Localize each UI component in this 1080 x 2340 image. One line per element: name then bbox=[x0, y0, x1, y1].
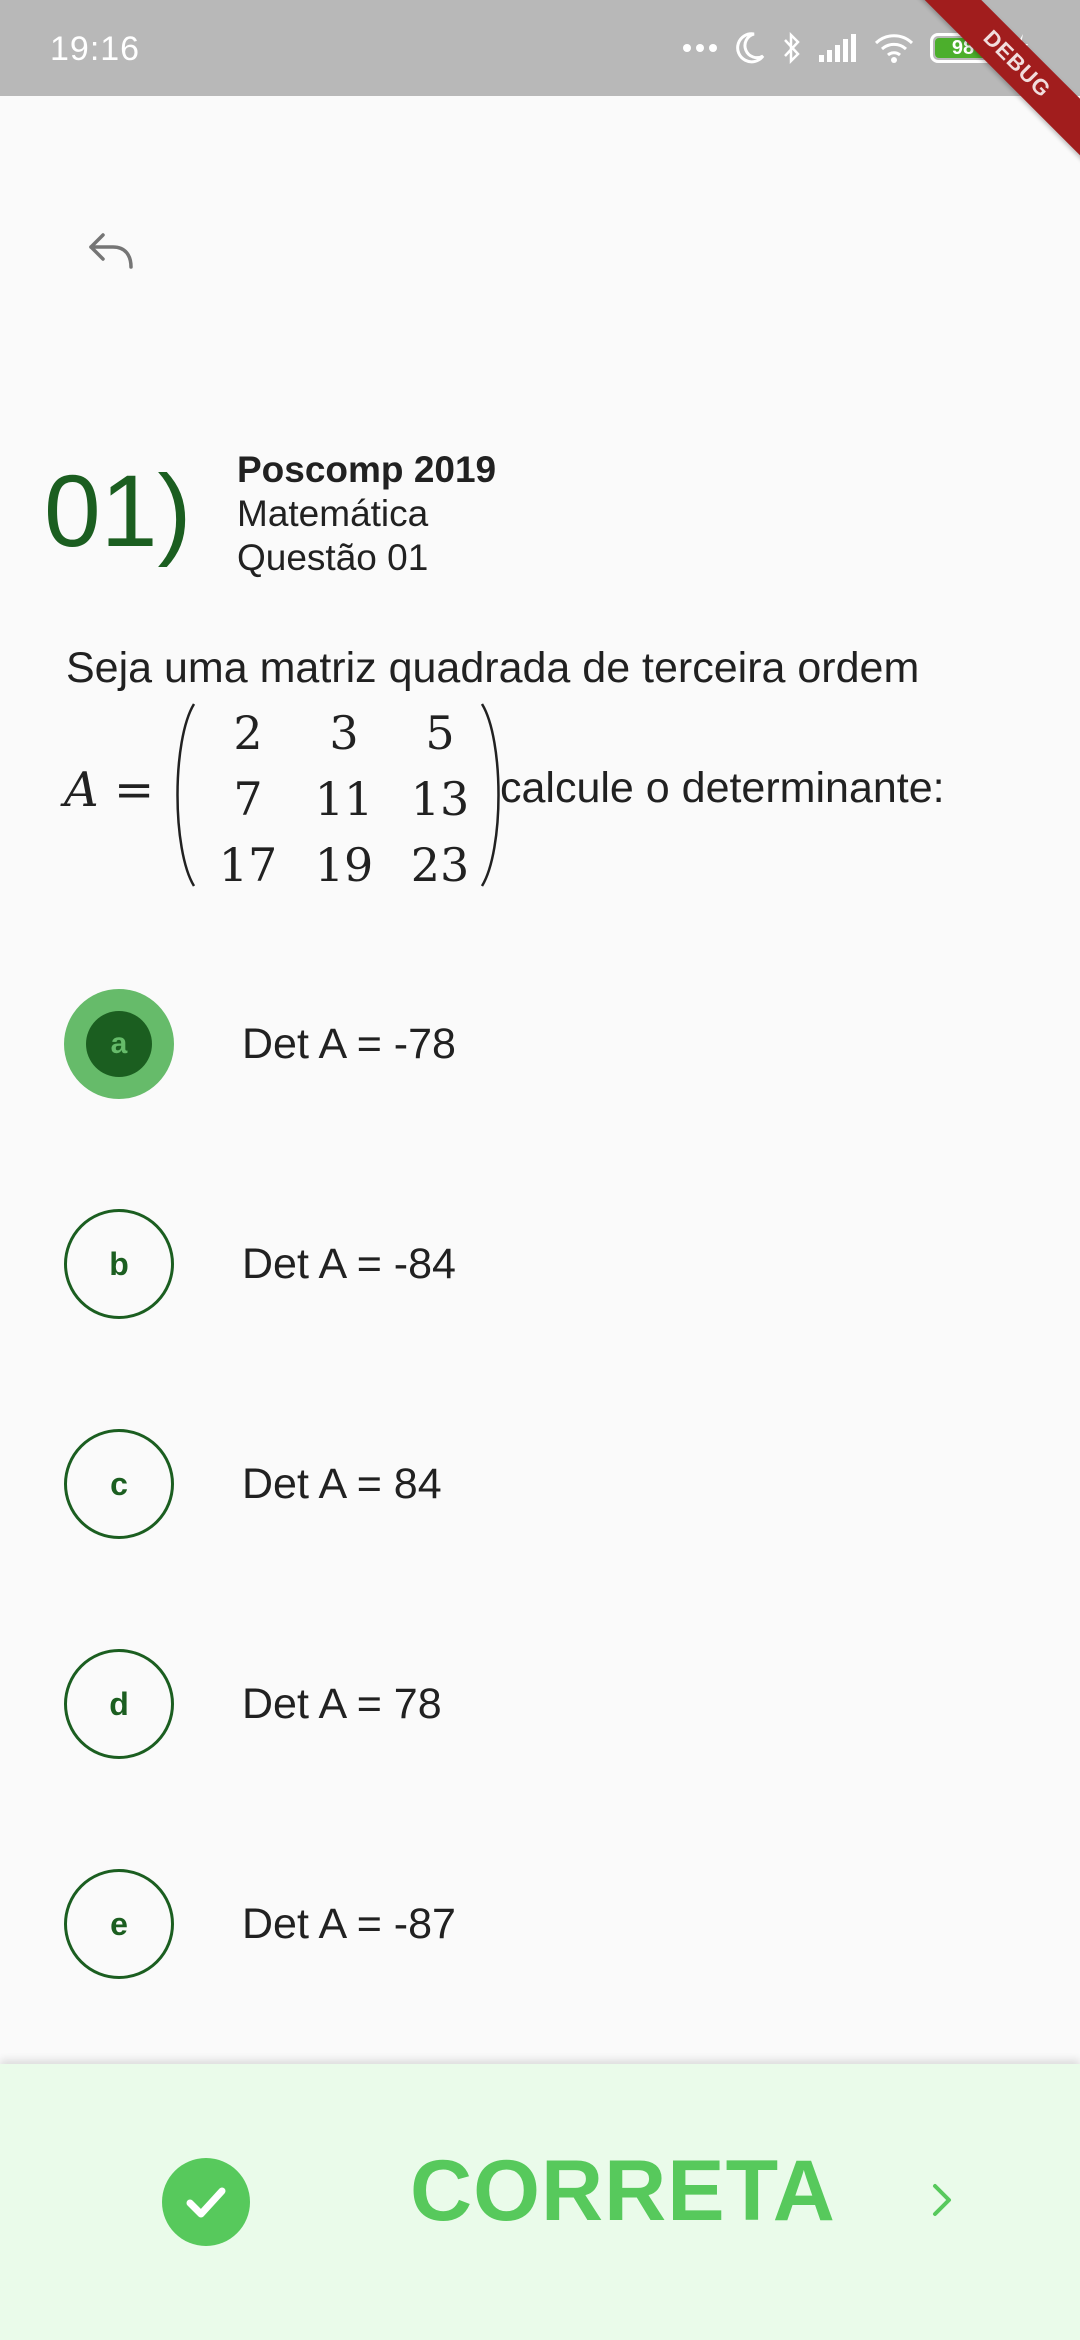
question-matrix: A = 2 3 5 7 11 13 17 19 23 calcule o det… bbox=[64, 700, 1024, 892]
matrix-left-paren bbox=[176, 703, 196, 887]
subject-label: Matemática bbox=[237, 493, 429, 534]
option-text: Det A = -78 bbox=[242, 1019, 456, 1068]
option-badge-selected[interactable]: a bbox=[64, 989, 174, 1099]
matrix-symbol: A bbox=[64, 762, 99, 818]
matrix-cell: 5 bbox=[425, 706, 455, 760]
question-label: Questão 01 bbox=[237, 537, 429, 578]
check-circle-icon bbox=[162, 2158, 250, 2246]
option-a[interactable]: a Det A = -78 bbox=[64, 988, 1004, 1100]
matrix-cell: 3 bbox=[329, 706, 359, 760]
status-time: 19:16 bbox=[50, 30, 141, 68]
back-arrow-icon bbox=[85, 225, 137, 282]
option-letter: c bbox=[110, 1465, 128, 1502]
equals-sign: = bbox=[113, 762, 155, 818]
result-label: CORRETA bbox=[410, 2143, 836, 2239]
option-badge[interactable]: c bbox=[64, 1429, 174, 1539]
next-button[interactable] bbox=[920, 2176, 964, 2228]
option-c[interactable]: c Det A = 84 bbox=[64, 1428, 1004, 1540]
option-letter: a bbox=[86, 1011, 152, 1077]
matrix-cell: 13 bbox=[410, 772, 470, 826]
option-letter: b bbox=[109, 1245, 129, 1282]
status-bar: 19:16 98 DEBUG bbox=[0, 0, 1080, 167]
matrix-name: A = bbox=[64, 762, 154, 818]
option-text: Det A = -87 bbox=[242, 1899, 456, 1948]
question-tail: calcule o determinante: bbox=[500, 764, 945, 812]
more-dots-icon bbox=[682, 43, 718, 53]
matrix-cell: 17 bbox=[218, 838, 278, 892]
chevron-right-icon bbox=[930, 2180, 954, 2225]
option-badge[interactable]: d bbox=[64, 1649, 174, 1759]
option-letter: d bbox=[109, 1685, 129, 1722]
result-bar: CORRETA bbox=[0, 2064, 1080, 2340]
matrix-cell: 19 bbox=[314, 838, 374, 892]
option-text: Det A = -84 bbox=[242, 1239, 456, 1288]
matrix-cell: 11 bbox=[314, 772, 374, 826]
matrix-cell: 7 bbox=[233, 772, 263, 826]
moon-icon bbox=[734, 31, 766, 65]
matrix-cell: 2 bbox=[233, 706, 263, 760]
signal-icon bbox=[818, 33, 858, 63]
option-e[interactable]: e Det A = -87 bbox=[64, 1868, 1004, 1980]
option-badge[interactable]: e bbox=[64, 1869, 174, 1979]
question-number: 01) bbox=[44, 454, 192, 568]
exam-title: Poscomp 2019 bbox=[237, 449, 497, 490]
option-text: Det A = 84 bbox=[242, 1459, 442, 1508]
option-d[interactable]: d Det A = 78 bbox=[64, 1648, 1004, 1760]
matrix-grid: 2 3 5 7 11 13 17 19 23 bbox=[200, 700, 500, 892]
bluetooth-icon bbox=[782, 31, 802, 65]
option-letter: e bbox=[110, 1905, 128, 1942]
option-b[interactable]: b Det A = -84 bbox=[64, 1208, 1004, 1320]
option-badge[interactable]: b bbox=[64, 1209, 174, 1319]
debug-banner: DEBUG bbox=[914, 0, 1080, 167]
back-button[interactable] bbox=[78, 220, 144, 286]
option-text: Det A = 78 bbox=[242, 1679, 442, 1728]
matrix-cell: 23 bbox=[410, 838, 470, 892]
question-meta: Poscomp 2019 Matemática Questão 01 bbox=[237, 448, 496, 580]
question-intro: Seja uma matriz quadrada de terceira ord… bbox=[66, 644, 920, 692]
wifi-icon bbox=[874, 33, 914, 63]
